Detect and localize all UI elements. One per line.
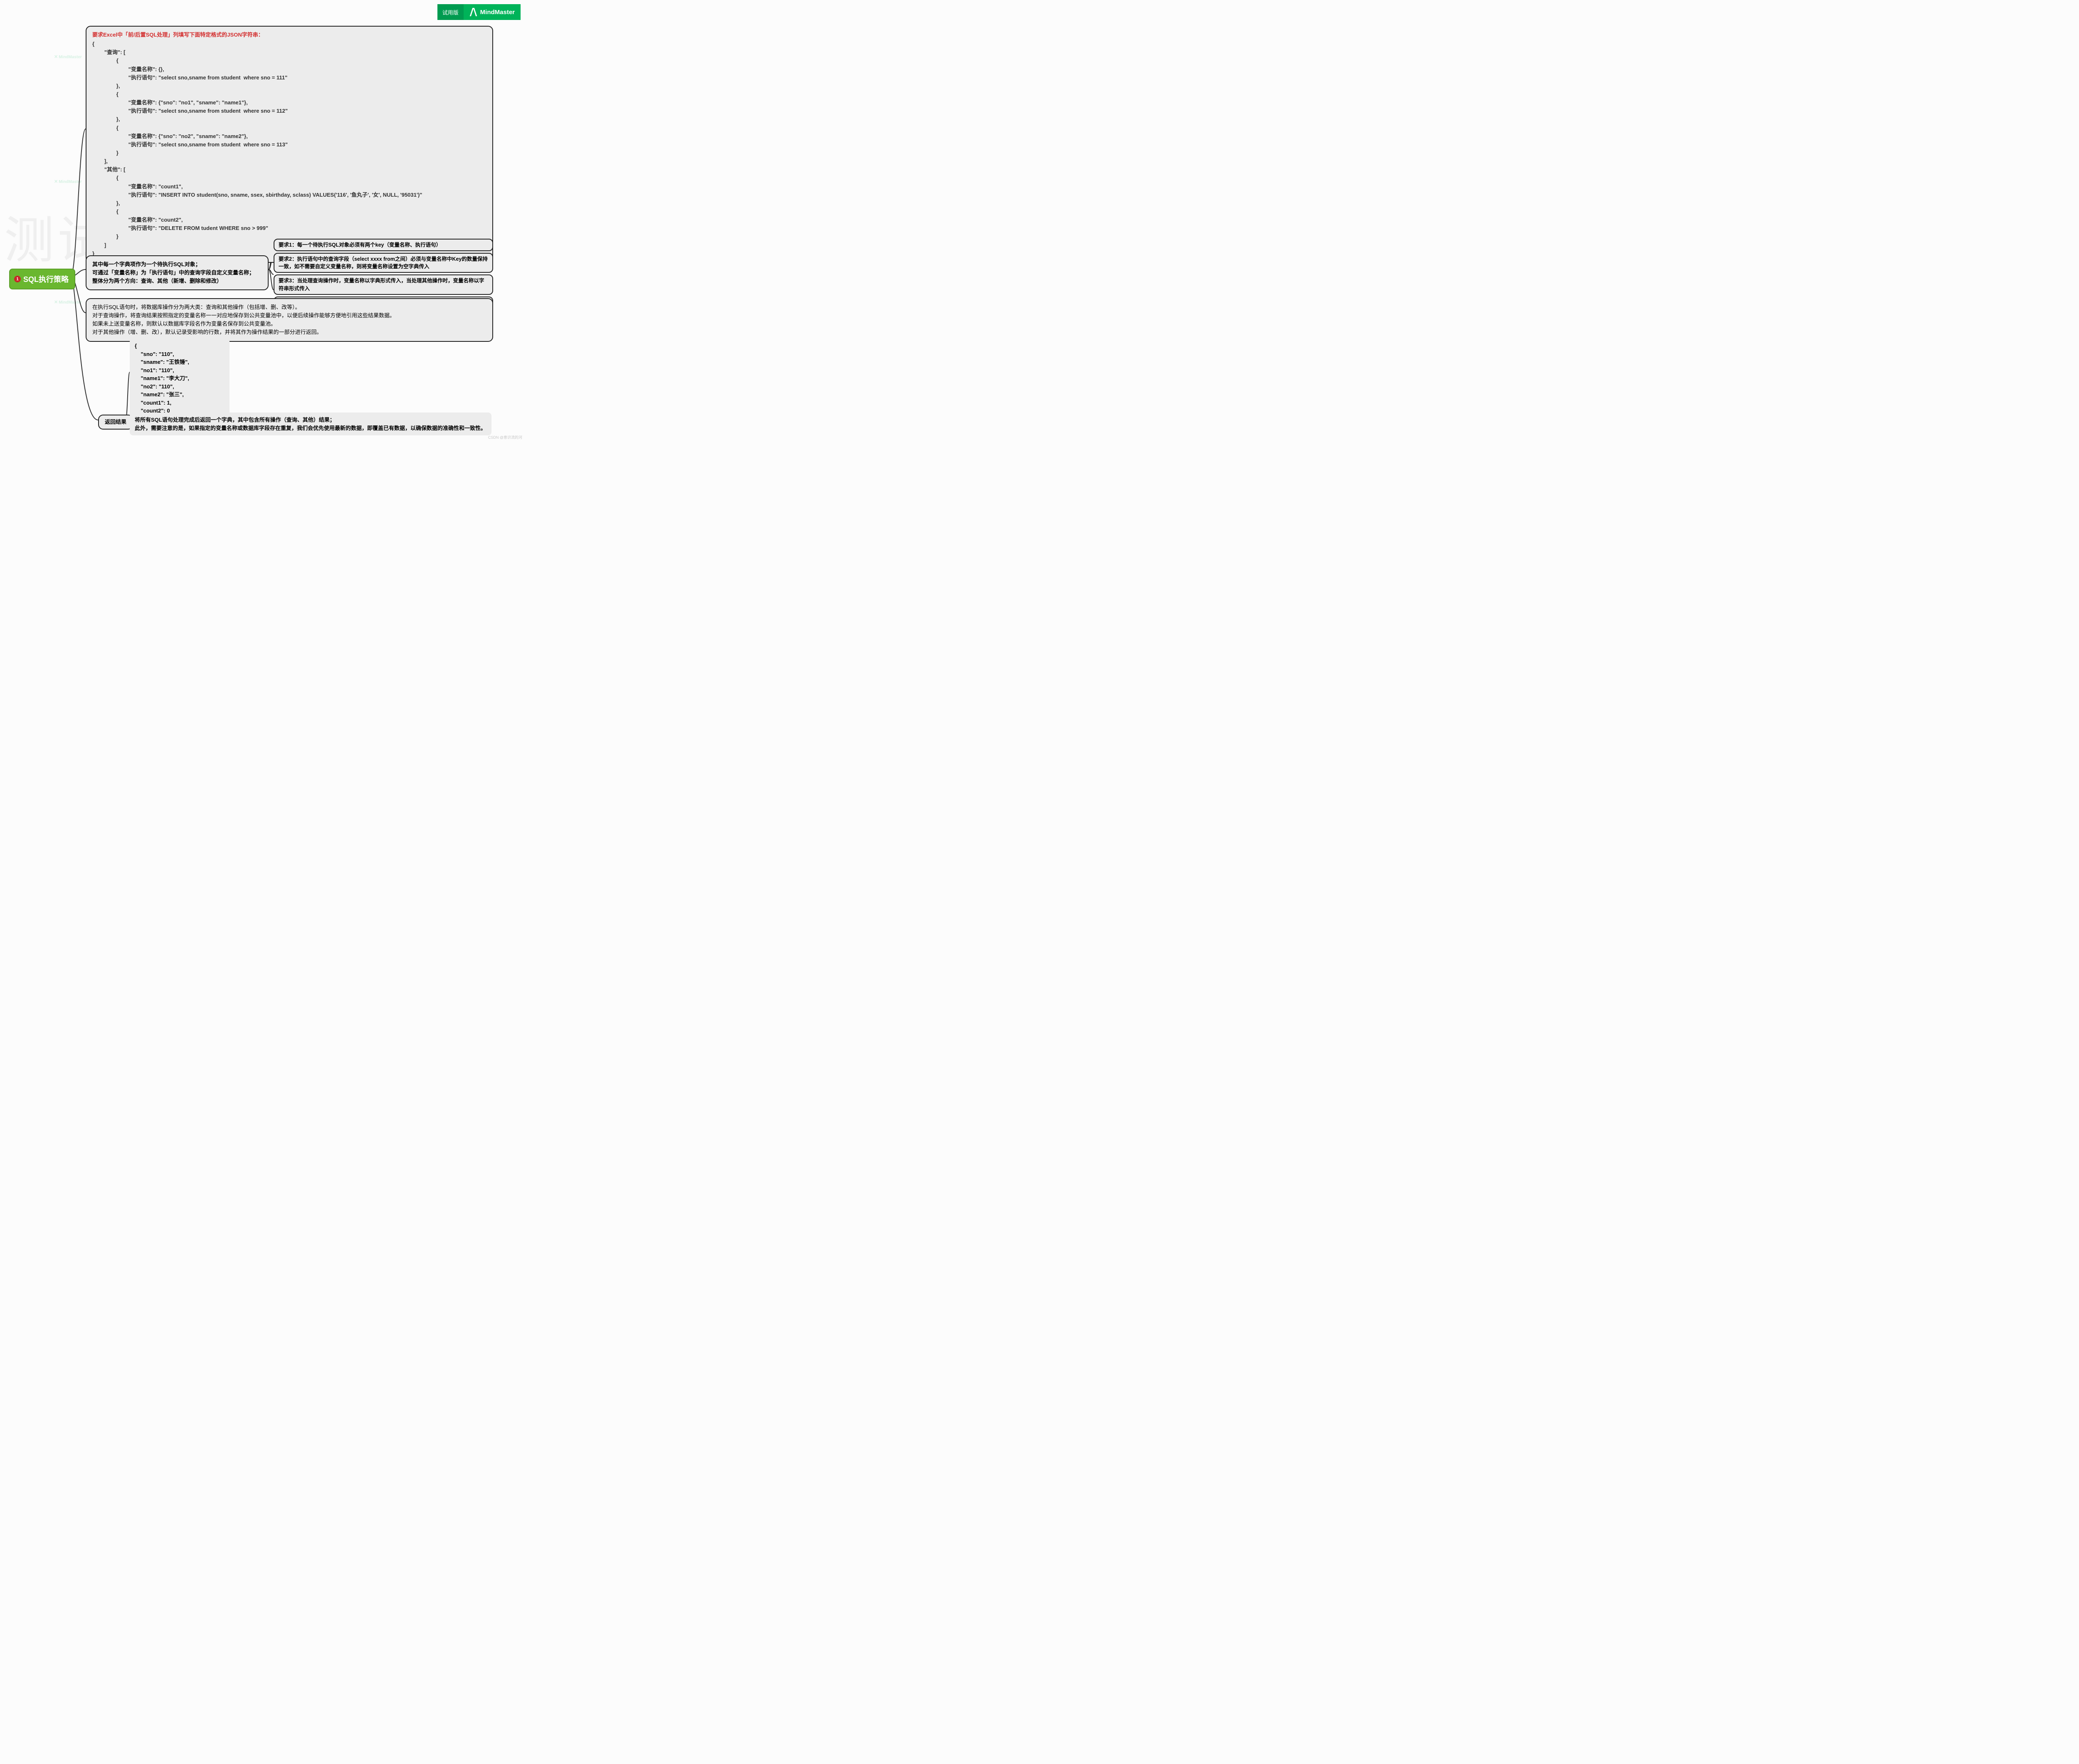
watermark-logo: MindMaster: [54, 54, 82, 59]
json-format-body: { "查询": [ { "变量名称": {}, "执行语句": "select …: [92, 40, 486, 258]
brand-text: MindMaster: [480, 9, 515, 16]
requirement-node[interactable]: 要求1：每一个待执行SQL对象必须有两个key（变量名称、执行语句）: [274, 239, 493, 251]
description-node[interactable]: 其中每一个字典项作为一个待执行SQL对象； 可通过「变量名称」为「执行语句」中的…: [86, 255, 269, 290]
result-json-body: { "sno": "110", "sname": "王铁锤", "no1": "…: [135, 342, 225, 423]
return-label: 返回结果: [105, 419, 126, 425]
json-format-header: 要求Excel中「前/后置SQL处理」列填写下面特定格式的JSON字符串：: [92, 31, 486, 39]
result-text-line-2: 此外，需要注意的是，如果指定的变量名称或数据库字段存在重复，我们会优先使用最新的…: [135, 424, 486, 432]
watermark-logo: MindMaster: [54, 299, 82, 305]
return-node[interactable]: 返回结果: [98, 415, 133, 430]
root-node[interactable]: 1 SQL执行策略: [9, 269, 75, 289]
root-label: SQL执行策略: [23, 274, 69, 284]
requirement-node[interactable]: 要求3：当处理查询操作时，变量名称以字典形式传入，当处理其他操作时，变量名称以字…: [274, 274, 493, 294]
trial-label: 试用版: [437, 4, 464, 20]
trial-version-bar: 试用版 MindMaster: [437, 4, 521, 20]
result-text-line-1: 将所有SQL语句处理完成后返回一个字典，其中包含所有操作（查询、其他）结果；: [135, 416, 486, 424]
desc-line-1: 其中每一个字典项作为一个待执行SQL对象；: [92, 260, 262, 269]
root-badge: 1: [14, 276, 21, 282]
explain-line-1: 在执行SQL语句时，将数据库操作分为两大类：查询和其他操作（包括增、删、改等）。: [92, 303, 486, 311]
footer-credit: CSDN @意识流的河: [488, 435, 522, 440]
desc-line-2: 可通过「变量名称」为「执行语句」中的查询字段自定义变量名称；: [92, 269, 262, 277]
explain-line-2: 对于查询操作，将查询结果按照指定的变量名称一一对应地保存到公共变量池中，以便后续…: [92, 311, 486, 320]
json-format-node[interactable]: 要求Excel中「前/后置SQL处理」列填写下面特定格式的JSON字符串： { …: [86, 26, 493, 263]
brand-label: MindMaster: [464, 4, 521, 20]
requirement-node[interactable]: 要求2：执行语句中的查询字段（select xxxx from之间）必须与变量名…: [274, 253, 493, 273]
mindmaster-logo-icon: [469, 8, 478, 16]
explanation-node[interactable]: 在执行SQL语句时，将数据库操作分为两大类：查询和其他操作（包括增、删、改等）。…: [86, 298, 493, 342]
desc-line-3: 整体分为两个方向：查询、其他（新增、删除和修改）: [92, 277, 262, 285]
explain-line-3: 如果未上送变量名称，则默认以数据库字段名作为变量名保存到公共变量池。: [92, 320, 486, 328]
result-text-node[interactable]: 将所有SQL语句处理完成后返回一个字典，其中包含所有操作（查询、其他）结果； 此…: [130, 413, 491, 435]
explain-line-4: 对于其他操作（增、删、改），默认记录受影响的行数，并将其作为操作结果的一部分进行…: [92, 328, 486, 336]
watermark-logo: MindMaster: [54, 179, 82, 184]
